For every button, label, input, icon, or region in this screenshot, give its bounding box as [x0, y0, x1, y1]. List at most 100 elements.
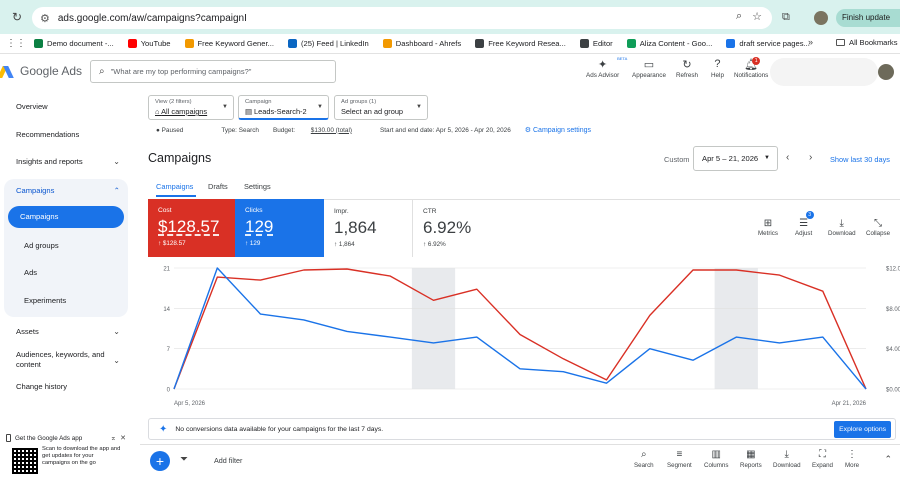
- x-axis-tick-label: Apr 5, 2026: [174, 401, 206, 407]
- show-last-30-days-link[interactable]: Show last 30 days: [830, 155, 890, 164]
- add-filter-button[interactable]: Add filter: [214, 456, 242, 465]
- sidebar-item-ads[interactable]: Ads: [24, 268, 37, 277]
- metric-delta-value: 129: [249, 240, 261, 247]
- bookmark-list: Demo document -... YouTube Free Keyword Ge…: [20, 39, 810, 48]
- bookmark-item[interactable]: (25) Feed | LinkedIn: [287, 39, 369, 48]
- reload-icon[interactable]: ↻: [8, 8, 26, 26]
- download-chart-button[interactable]: ⤓ Download: [828, 218, 856, 237]
- bookmark-label: Aliza Content - Goo...: [639, 39, 713, 48]
- minimize-icon[interactable]: ⌅: [110, 435, 116, 442]
- more-button[interactable]: ⋮ More: [845, 449, 859, 469]
- close-icon[interactable]: ✕: [120, 435, 126, 442]
- sidebar-item-label: Recommendations: [16, 130, 80, 139]
- right-axis-tick-label: $12.00: [886, 267, 900, 273]
- bookmark-item[interactable]: draft service pages...: [726, 39, 810, 48]
- chevron-up-icon: ⌃: [113, 186, 120, 195]
- segment-icon: ≡: [676, 449, 683, 460]
- table-search-button[interactable]: ⌕ Search: [634, 449, 654, 469]
- add-campaign-button[interactable]: +: [150, 451, 170, 471]
- campaign-settings-link[interactable]: ⚙ Campaign settings: [525, 126, 605, 134]
- adjust-count-badge: 3: [805, 211, 814, 219]
- bookmark-label: draft service pages...: [739, 39, 810, 48]
- address-bar[interactable]: ⚙ ads.google.com/aw/campaigns?campaignI …: [32, 7, 772, 29]
- appearance-button[interactable]: ▭ Appearance: [632, 58, 666, 79]
- ads-advisor-button[interactable]: ✦ BETA Ads Advisor: [586, 56, 627, 79]
- bookmark-item[interactable]: Free Keyword Gener...: [184, 39, 274, 48]
- metric-card-impressions[interactable]: Impr. 1,864 ↑ 1,864: [324, 199, 413, 257]
- sidebar-item-change-history[interactable]: Change history: [16, 382, 120, 391]
- browser-profile-avatar[interactable]: [814, 11, 828, 25]
- bookmark-item[interactable]: Demo document -...: [34, 39, 114, 48]
- tab-settings[interactable]: Settings: [244, 182, 271, 191]
- columns-button[interactable]: ▥ Columns: [704, 449, 728, 469]
- extensions-icon[interactable]: ⧉: [782, 11, 790, 24]
- sidebar-item-insights[interactable]: Insights and reports ⌄: [16, 157, 120, 166]
- sidebar-item-experiments[interactable]: Experiments: [24, 296, 66, 305]
- refresh-button[interactable]: ↻ Refresh: [676, 58, 698, 79]
- collapse-button[interactable]: ⤡ Collapse: [866, 218, 890, 237]
- sidebar-item-audiences[interactable]: Audiences, keywords, and content ⌄: [16, 350, 120, 370]
- budget-value[interactable]: $130.00 (total): [311, 127, 352, 134]
- bookmark-item[interactable]: Editor: [579, 39, 613, 48]
- chevron-down-icon: ⌄: [113, 327, 120, 336]
- bookmark-label: Demo document -...: [47, 39, 114, 48]
- next-period-icon[interactable]: ›: [809, 152, 812, 163]
- more-bookmarks-icon[interactable]: »: [808, 37, 813, 47]
- metric-card-ctr[interactable]: CTR 6.92% ↑ 6.92%: [413, 199, 500, 257]
- bookmark-item[interactable]: YouTube: [127, 39, 171, 48]
- segment-button[interactable]: ≡ Segment: [667, 449, 692, 469]
- campaign-status-row: ● Paused Type: Search Budget: $130.00 (t…: [156, 126, 619, 135]
- right-axis-tick-label: $8.00: [886, 307, 900, 313]
- appearance-icon: ▭: [643, 59, 655, 71]
- notifications-button[interactable]: 🔔︎ 1 Notifications: [734, 57, 768, 79]
- search-input[interactable]: [110, 67, 321, 76]
- filter-icon[interactable]: ⏷: [180, 454, 188, 465]
- table-download-button[interactable]: ⤓ Download: [773, 449, 801, 469]
- date-range-picker[interactable]: Apr 5 – 21, 2026 ▼: [693, 146, 778, 171]
- sidebar-item-ad-groups[interactable]: Ad groups: [24, 241, 59, 250]
- tab-campaigns[interactable]: Campaigns: [156, 182, 193, 191]
- site-info-icon[interactable]: ⚙: [40, 12, 50, 25]
- metric-card-cost[interactable]: Cost $128.57 ↑ $128.57: [148, 199, 235, 257]
- metric-delta: ↑ $128.57: [158, 240, 186, 247]
- apps-grid-icon[interactable]: ⋮⋮: [6, 38, 26, 49]
- dropdown-arrow-icon: ▼: [416, 104, 422, 110]
- bookmark-item[interactable]: Free Keyword Resea...: [475, 39, 566, 48]
- help-label: Help: [711, 72, 724, 79]
- view-filter-dropdown[interactable]: View (2 filters) ⌂ All campaigns ▼: [148, 95, 234, 120]
- metric-card-clicks[interactable]: Clicks 129 ↑ 129: [235, 199, 324, 257]
- chevron-up-icon[interactable]: ⌃: [884, 454, 892, 465]
- google-ads-logo[interactable]: Google Ads: [0, 64, 82, 78]
- explore-options-button[interactable]: Explore options: [834, 421, 891, 438]
- sidebar-item-campaigns[interactable]: Campaigns: [8, 206, 124, 228]
- bookmark-item[interactable]: Dashboard - Ahrefs: [382, 39, 461, 48]
- metric-value: 1,864: [334, 218, 377, 237]
- metric-label: Cost: [158, 207, 172, 214]
- expand-button[interactable]: ⛶ Expand: [812, 449, 833, 469]
- campaign-filter-dropdown[interactable]: Campaign ▤ Leads-Search-2 ▼: [238, 95, 329, 120]
- help-button[interactable]: ? Help: [711, 58, 724, 79]
- metrics-button[interactable]: ⊞ Metrics: [758, 218, 778, 237]
- star-icon[interactable]: ☆: [752, 10, 762, 23]
- performance-chart[interactable]: 21 14 7 0 $12.00 $8.00 $4.00 $0.00 Apr 5, 2026 Ap…: [148, 258, 900, 414]
- redacted-account-area: [770, 58, 878, 86]
- search-box[interactable]: ⌕: [90, 60, 336, 83]
- metric-value: $128.57: [158, 217, 220, 236]
- adgroup-filter-dropdown[interactable]: Ad groups (1) Select an ad group ▼: [334, 95, 428, 120]
- tab-drafts[interactable]: Drafts: [208, 182, 228, 191]
- sidebar-item-assets[interactable]: Assets ⌄: [16, 327, 120, 336]
- reports-button[interactable]: ▦ Reports: [740, 449, 762, 469]
- refresh-icon: ↻: [682, 59, 692, 71]
- zoom-icon[interactable]: ⌕: [736, 10, 742, 23]
- adjust-button[interactable]: ☰ 3 Adjust: [795, 211, 814, 237]
- bookmark-item[interactable]: Aliza Content - Goo...: [626, 39, 713, 48]
- reports-icon: ▦: [746, 449, 756, 460]
- sidebar-item-recommendations[interactable]: Recommendations: [16, 130, 120, 139]
- account-avatar[interactable]: [878, 64, 894, 80]
- sidebar-item-overview[interactable]: Overview: [16, 102, 120, 111]
- sidebar-group-campaigns-header[interactable]: Campaigns ⌃: [16, 186, 120, 195]
- previous-period-icon[interactable]: ‹: [786, 152, 789, 163]
- finish-update-button[interactable]: Finish update: [836, 9, 900, 27]
- browser-toolbar: ↻ ⚙ ads.google.com/aw/campaigns?campaign…: [0, 0, 900, 34]
- all-bookmarks-button[interactable]: All Bookmarks: [836, 38, 898, 47]
